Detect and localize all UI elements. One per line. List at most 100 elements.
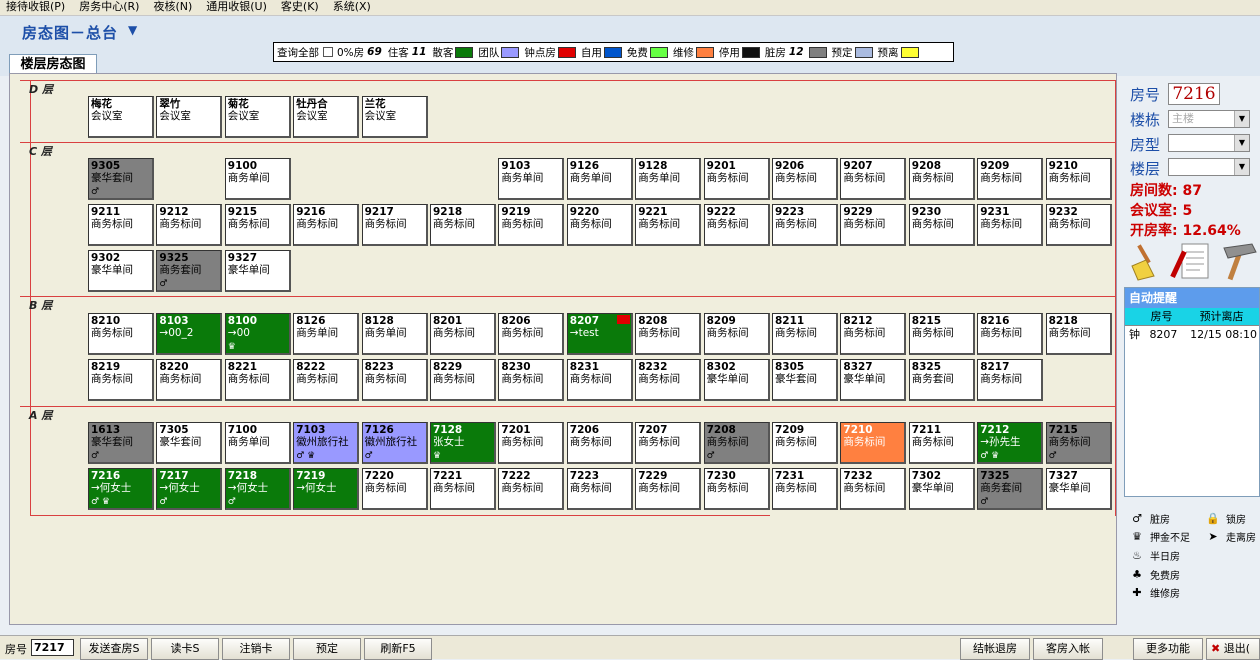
room-card[interactable]: 7208 商务标间 ♂ — [703, 422, 770, 464]
room-card[interactable]: 8210 商务标间 — [88, 313, 154, 355]
room-card[interactable]: 8230 商务标间 — [498, 359, 565, 401]
room-card[interactable]: 9305 豪华套间 ♂ — [88, 158, 154, 200]
room-card[interactable]: 9103 商务单间 — [498, 158, 565, 200]
menu-item[interactable]: 夜核(N) — [147, 0, 200, 15]
room-card[interactable]: 8218 商务标间 — [1045, 313, 1112, 355]
building-select[interactable]: 主楼 ▼ — [1168, 110, 1250, 128]
query-all-checkbox[interactable] — [323, 47, 333, 57]
room-card[interactable]: 7232 商务标间 — [840, 468, 907, 510]
room-card[interactable]: 7207 商务标间 — [635, 422, 702, 464]
room-card[interactable]: 8211 商务标间 — [772, 313, 838, 355]
room-card[interactable]: 7212 →孙先生 ♂ ♛ — [977, 422, 1044, 464]
room-card[interactable]: 8100 →00 ♛ — [224, 313, 291, 355]
room-card[interactable]: 7231 商务标间 — [772, 468, 838, 510]
room-card[interactable]: 7126 徽州旅行社 ♂ — [361, 422, 428, 464]
menu-item[interactable]: 系统(X) — [327, 0, 379, 15]
room-card[interactable]: 7217 →何女士 ♂ — [156, 468, 223, 510]
room-card[interactable]: 8217 商务标间 — [977, 359, 1044, 401]
room-card[interactable]: 9206 商务标间 — [772, 158, 838, 200]
room-card[interactable]: 7103 徽州旅行社 ♂ ♛ — [293, 422, 360, 464]
room-card[interactable]: 8305 豪华套间 — [772, 359, 838, 401]
room-card[interactable]: 8212 商务标间 — [840, 313, 907, 355]
document-pen-icon[interactable] — [1170, 243, 1209, 279]
room-card[interactable]: 7302 豪华单间 — [908, 468, 975, 510]
reminder-row[interactable]: 钟 8207 12/15 08:10 — [1125, 326, 1259, 344]
room-card[interactable]: 9216 商务标间 — [293, 204, 360, 246]
room-card[interactable]: 8219 商务标间 — [88, 359, 154, 401]
room-card[interactable]: 7222 商务标间 — [498, 468, 565, 510]
read-card-button[interactable]: 读卡S — [151, 638, 219, 660]
menu-item[interactable]: 接待收银(P) — [0, 0, 73, 15]
room-card[interactable]: 7325 商务套间 ♂ — [977, 468, 1044, 510]
room-card[interactable]: 9207 商务标间 — [840, 158, 907, 200]
title-dropdown-icon[interactable]: ▼ — [128, 23, 137, 37]
more-functions-button[interactable]: 更多功能 — [1133, 638, 1203, 660]
menu-item[interactable]: 通用收银(U) — [200, 0, 275, 15]
room-card[interactable]: 8201 商务标间 — [430, 313, 496, 355]
room-card[interactable]: 8222 商务标间 — [293, 359, 360, 401]
broom-icon[interactable] — [1131, 244, 1155, 281]
room-card[interactable]: 7201 商务标间 — [498, 422, 565, 464]
room-card[interactable]: 9201 商务标间 — [703, 158, 770, 200]
floor-select[interactable]: ▼ — [1168, 158, 1250, 176]
checkout-button[interactable]: 结帐退房 — [960, 638, 1030, 660]
room-card[interactable]: 8223 商务标间 — [361, 359, 428, 401]
room-card[interactable]: 7209 商务标间 — [772, 422, 838, 464]
hammer-icon[interactable] — [1223, 243, 1257, 281]
room-card[interactable]: 9126 商务单间 — [566, 158, 633, 200]
room-card[interactable]: 9221 商务标间 — [635, 204, 702, 246]
room-card[interactable]: 7220 商务标间 — [361, 468, 428, 510]
room-card[interactable]: 8232 商务标间 — [635, 359, 702, 401]
room-card[interactable]: 8216 商务标间 — [977, 313, 1044, 355]
room-card[interactable]: 9217 商务标间 — [361, 204, 428, 246]
menu-item[interactable]: 房务中心(R) — [73, 0, 147, 15]
room-card[interactable]: 9100 商务单间 — [224, 158, 291, 200]
room-card[interactable]: 9222 商务标间 — [703, 204, 770, 246]
room-card[interactable]: 7128 张女士 ♛ — [430, 422, 496, 464]
room-card[interactable]: 8207 →test — [566, 313, 633, 355]
room-card[interactable]: 7229 商务标间 — [635, 468, 702, 510]
room-type-select[interactable]: ▼ — [1168, 134, 1250, 152]
room-card[interactable]: 9220 商务标间 — [566, 204, 633, 246]
room-number-input[interactable]: 7217 — [31, 639, 74, 656]
room-card[interactable]: 8231 商务标间 — [566, 359, 633, 401]
room-card[interactable]: 9302 豪华单间 — [88, 250, 154, 292]
room-card[interactable]: 8128 商务单间 — [361, 313, 428, 355]
room-card[interactable]: 8327 豪华单间 — [840, 359, 907, 401]
menu-item[interactable]: 客史(K) — [275, 0, 327, 15]
room-card[interactable]: 8220 商务标间 — [156, 359, 223, 401]
room-card[interactable]: 8126 商务单间 — [293, 313, 360, 355]
room-card[interactable]: 牡丹合 会议室 — [293, 96, 360, 138]
room-card[interactable]: 7215 商务标间 ♂ — [1045, 422, 1112, 464]
room-card[interactable]: 9325 商务套间 ♂ — [156, 250, 223, 292]
room-card[interactable]: 9215 商务标间 — [224, 204, 291, 246]
room-card[interactable]: 9223 商务标间 — [772, 204, 838, 246]
room-card[interactable]: 8325 商务套间 — [908, 359, 975, 401]
room-card[interactable]: 8103 →00_2 — [156, 313, 223, 355]
room-card[interactable]: 7216 →何女士 ♂ ♛ — [88, 468, 154, 510]
room-card[interactable]: 9212 商务标间 — [156, 204, 223, 246]
cancel-card-button[interactable]: 注销卡 — [222, 638, 290, 660]
room-card[interactable]: 1613 豪华套间 ♂ — [88, 422, 154, 464]
room-card[interactable]: 7206 商务标间 — [566, 422, 633, 464]
room-card[interactable]: 梅花 会议室 — [88, 96, 154, 138]
room-charge-button[interactable]: 客房入帐 — [1033, 638, 1103, 660]
room-card[interactable]: 7100 商务单间 — [224, 422, 291, 464]
send-inspection-button[interactable]: 发送查房S — [80, 638, 148, 660]
room-card[interactable]: 9210 商务标间 — [1045, 158, 1112, 200]
room-card[interactable]: 7211 商务标间 — [908, 422, 975, 464]
reserve-button[interactable]: 预定 — [293, 638, 361, 660]
room-card[interactable]: 翠竹 会议室 — [156, 96, 223, 138]
room-card[interactable]: 兰花 会议室 — [361, 96, 428, 138]
room-card[interactable]: 8206 商务标间 — [498, 313, 565, 355]
room-card[interactable]: 9229 商务标间 — [840, 204, 907, 246]
room-card[interactable]: 8215 商务标间 — [908, 313, 975, 355]
room-card[interactable]: 9327 豪华单间 — [224, 250, 291, 292]
refresh-button[interactable]: 刷新F5 — [364, 638, 432, 660]
room-card[interactable]: 菊花 会议室 — [224, 96, 291, 138]
room-card[interactable]: 7219 →何女士 — [293, 468, 360, 510]
room-card[interactable]: 9232 商务标间 — [1045, 204, 1112, 246]
exit-button[interactable]: ✖ 退出( — [1206, 638, 1260, 660]
room-card[interactable]: 7230 商务标间 — [703, 468, 770, 510]
room-card[interactable]: 8208 商务标间 — [635, 313, 702, 355]
